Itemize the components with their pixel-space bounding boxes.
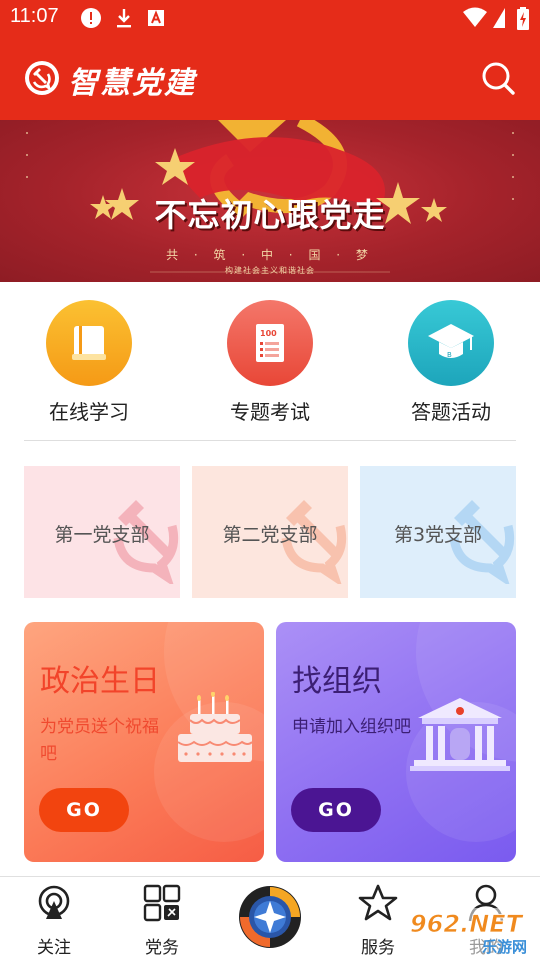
star-icon (358, 884, 398, 921)
book-icon (72, 326, 106, 360)
app-title: 智慧党建 (68, 66, 196, 101)
wifi-icon (463, 7, 487, 27)
nav-item-party-affairs[interactable]: 党务 (122, 883, 202, 958)
battery-icon (517, 7, 529, 30)
status-bar: 11:07 (0, 0, 540, 36)
card-desc: 申请加入组织吧 (292, 717, 411, 737)
branch-label: 第3党支部 (393, 524, 483, 546)
broadcast-icon (38, 885, 70, 919)
party-emblem-icon (25, 61, 59, 95)
branch-tile-1[interactable]: 第一党支部 (24, 466, 180, 598)
nav-item-center[interactable] (230, 885, 310, 949)
divider (24, 440, 516, 441)
card-political-birthday[interactable]: 政治生日 为党员送个祝福吧 GO (24, 622, 264, 862)
branch-tile-2[interactable]: 第二党支部 (192, 466, 348, 598)
quick-action-exam[interactable]: 100 专题考试 (205, 300, 335, 425)
download-icon (117, 9, 131, 28)
card-find-organization[interactable]: 找组织 申请加入组织吧 GO (276, 622, 516, 862)
banner-tagline: 构建社会主义和谐社会 (225, 266, 315, 275)
graduation-cap-icon: B (428, 324, 474, 359)
government-building-icon (410, 698, 510, 771)
site-watermark: 962.NET 乐游网 (404, 908, 536, 956)
grid-icon (143, 884, 181, 922)
nav-item-follow[interactable]: 关注 (14, 883, 94, 958)
quick-action-label: 答题活动 (411, 400, 491, 424)
svg-text:100: 100 (260, 329, 277, 338)
card-title: 政治生日 (40, 664, 160, 699)
quick-action-label: 专题考试 (230, 400, 310, 424)
card-title: 找组织 (292, 664, 382, 699)
nav-label: 关注 (37, 938, 71, 958)
quick-action-icon-bg: 100 (227, 300, 313, 386)
hero-banner[interactable]: 不忘初心跟党走 共 · 筑 · 中 · 国 · 梦 构建社会主义和谐社会 (0, 120, 540, 282)
app-bar: 智慧党建 (0, 36, 540, 120)
branch-tile-3[interactable]: 第3党支部 (360, 466, 516, 598)
branch-label: 第一党支部 (54, 524, 150, 546)
alert-icon (81, 8, 101, 28)
quick-action-icon-bg (46, 300, 132, 386)
cake-icon (177, 692, 253, 762)
branch-label: 第二党支部 (222, 524, 318, 546)
banner-headline: 不忘初心跟党走 (154, 196, 386, 234)
svg-text:B: B (447, 351, 452, 359)
banner-subtitle: 共 · 筑 · 中 · 国 · 梦 (166, 248, 374, 262)
watermark-text: 962.NET (410, 910, 524, 938)
nav-label: 党务 (145, 938, 179, 958)
font-icon (148, 10, 164, 26)
quick-action-icon-bg: B (408, 300, 494, 386)
go-button[interactable]: GO (39, 788, 129, 832)
quick-action-online-study[interactable]: 在线学习 (24, 300, 154, 425)
search-icon[interactable] (478, 58, 518, 98)
card-desc: 为党员送个祝福吧 (40, 717, 159, 764)
signal-icon (493, 8, 505, 28)
center-star-icon (239, 886, 301, 948)
quick-action-quiz[interactable]: B 答题活动 (386, 300, 516, 425)
go-button[interactable]: GO (291, 788, 381, 832)
status-time: 11:07 (10, 5, 59, 27)
exam-paper-icon: 100 (256, 324, 284, 362)
quick-action-label: 在线学习 (49, 400, 129, 424)
watermark-subtext: 乐游网 (482, 938, 527, 956)
